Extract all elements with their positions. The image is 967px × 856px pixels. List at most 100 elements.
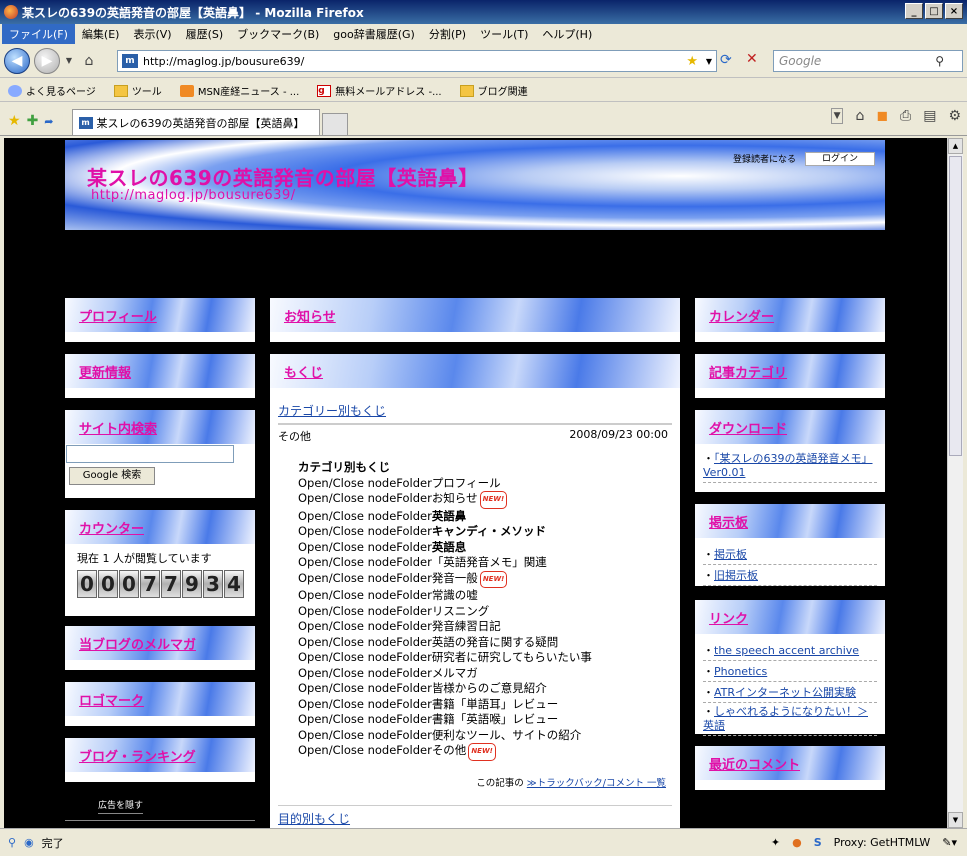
addon-icon[interactable]: ✦ [771,836,780,849]
minimize-button[interactable]: _ [905,3,923,19]
menu-history[interactable]: 履歴(S) [179,24,231,44]
category-toc-link[interactable]: カテゴリー別もくじ [278,404,386,418]
proxy-status[interactable]: Proxy: GetHTMLW [834,836,931,849]
list-item[interactable]: Open/Close nodeFolder書籍「英語喉」レビュー [298,712,672,728]
home-icon[interactable]: ⌂ [855,108,864,124]
folder-toggle[interactable]: Open/Close nodeFolder [298,509,432,523]
old-bbs-item-link[interactable]: 旧掲示板 [714,569,758,582]
list-item[interactable]: Open/Close nodeFolder発音練習日記 [298,619,672,635]
folder-toggle[interactable]: Open/Close nodeFolder [298,524,432,538]
purpose-toc-link[interactable]: 目的別もくじ [278,812,350,826]
list-item[interactable]: Open/Close nodeFolder発音一般 NEW! [298,570,672,588]
history-dropdown-icon[interactable]: ▼ [64,50,74,72]
list-item[interactable]: Open/Close nodeFolder英語息 [298,540,672,556]
category-name[interactable]: お知らせ [432,491,478,505]
vertical-scrollbar[interactable]: ▲ ▼ [947,138,963,828]
folder-toggle[interactable]: Open/Close nodeFolder [298,540,432,554]
category-name[interactable]: 英語鼻 [432,509,467,523]
folder-toggle[interactable]: Open/Close nodeFolder [298,619,432,633]
category-name[interactable]: 皆様からのご意見紹介 [432,681,547,695]
link-item[interactable]: the speech accent archive [714,644,859,657]
toc-link[interactable]: もくじ [284,362,323,381]
folder-toggle[interactable]: Open/Close nodeFolder [298,571,432,585]
link-item[interactable]: Phonetics [714,665,767,678]
link-item[interactable]: ATRインターネット公開実験 [714,686,856,699]
news-link[interactable]: お知らせ [284,306,336,325]
list-item[interactable]: Open/Close nodeFolder研究者に研究してもらいたい事 [298,650,672,666]
folder-toggle[interactable]: Open/Close nodeFolder [298,666,432,680]
list-item[interactable]: Open/Close nodeFolderその他 NEW! [298,743,672,761]
updates-link[interactable]: 更新情報 [79,362,131,381]
category-name[interactable]: 英語息 [432,540,467,554]
category-name[interactable]: 「英語発音メモ」関連 [432,555,547,569]
counter-link[interactable]: カウンター [79,518,144,537]
menu-split[interactable]: 分割(P) [422,24,473,44]
scroll-down-icon[interactable]: ▼ [948,812,963,828]
scroll-thumb[interactable] [949,156,962,456]
profile-link[interactable]: プロフィール [79,306,157,325]
links-link[interactable]: リンク [709,608,748,627]
folder-toggle[interactable]: Open/Close nodeFolder [298,743,432,757]
add-bookmark-icon[interactable]: ✚ [27,113,39,129]
category-name[interactable]: 発音一般 [432,571,478,585]
bookmark-star-icon[interactable]: ★ [686,54,698,69]
list-item[interactable]: Open/Close nodeFolderリスニング [298,604,672,620]
category-name[interactable]: リスニング [432,604,490,618]
skype-icon[interactable]: S [814,836,822,849]
new-tab-button[interactable] [321,113,348,135]
search-input[interactable]: Google ⚲ [773,50,963,72]
folder-toggle[interactable]: Open/Close nodeFolder [298,635,432,649]
menu-tools[interactable]: ツール(T) [473,24,535,44]
link-item[interactable]: しゃべれるようになりたい！＞英語 [703,705,868,732]
folder-toggle[interactable]: Open/Close nodeFolder [298,728,432,742]
proxy-dropdown-icon[interactable]: ✎▾ [942,836,957,849]
category-name[interactable]: その他 [432,743,467,757]
list-item[interactable]: Open/Close nodeFolder英語鼻 [298,509,672,525]
reload-icon[interactable]: ⟳ [720,52,732,68]
close-button[interactable]: × [945,3,963,19]
google-search-button[interactable]: Google 検索 [69,467,155,485]
scroll-up-icon[interactable]: ▲ [948,138,963,154]
bookmark-most-visited[interactable]: よく見るページ [8,83,96,98]
tab-list-icon[interactable]: ▼ [830,108,844,124]
category-name[interactable]: 書籍「英語喉」レビュー [432,712,559,726]
maximize-button[interactable]: □ [925,3,943,19]
url-dropdown-icon[interactable]: ▼ [706,57,712,66]
list-item[interactable]: Open/Close nodeFolder「英語発音メモ」関連 [298,555,672,571]
download-link[interactable]: ダウンロード [709,418,787,437]
list-item[interactable]: Open/Close nodeFolderお知らせ NEW! [298,491,672,509]
folder-toggle[interactable]: Open/Close nodeFolder [298,650,432,664]
folder-toggle[interactable]: Open/Close nodeFolder [298,588,432,602]
home-icon[interactable]: ⌂ [78,50,100,72]
back-button[interactable]: ◀ [4,47,30,74]
register-reader-link[interactable]: 登録読者になる [733,152,796,165]
logo-link[interactable]: ロゴマーク [79,690,144,709]
firefox-status-icon[interactable]: ● [792,836,802,849]
page-icon[interactable]: ▤ [923,108,936,124]
list-item[interactable]: Open/Close nodeFolder常識の嘘 [298,588,672,604]
folder-toggle[interactable]: Open/Close nodeFolder [298,555,432,569]
forward-button[interactable]: ▶ [34,47,60,74]
bbs-item-link[interactable]: 掲示板 [714,548,747,561]
folder-toggle[interactable]: Open/Close nodeFolder [298,712,432,726]
star-icon[interactable]: ★ [8,113,21,129]
tab-active[interactable]: m 某スレの639の英語発音の部屋【英語鼻】 [71,109,320,135]
folder-toggle[interactable]: Open/Close nodeFolder [298,476,432,490]
stop-icon[interactable]: ✕ [746,51,758,67]
gear-icon[interactable]: ⚙ [948,108,961,124]
trackback-link[interactable]: ≫トラックバック/コメント 一覧 [527,778,666,789]
menu-edit[interactable]: 編集(E) [75,24,127,44]
login-button[interactable]: ログイン [805,152,875,166]
list-item[interactable]: Open/Close nodeFolder便利なツール、サイトの紹介 [298,728,672,744]
arrow-icon[interactable]: ➦ [44,115,53,128]
list-item[interactable]: Open/Close nodeFolder英語の発音に関する疑問 [298,635,672,651]
recent-comments-link[interactable]: 最近のコメント [709,754,800,773]
rss-icon[interactable]: ◼ [876,108,888,124]
categories-link[interactable]: 記事カテゴリ [709,362,787,381]
category-name[interactable]: メルマガ [432,666,478,680]
site-search-input[interactable] [66,445,234,463]
category-name[interactable]: プロフィール [432,476,501,490]
url-bar[interactable]: m http://maglog.jp/bousure639/ ★ ▼ [117,50,717,72]
category-name[interactable]: 英語の発音に関する疑問 [432,635,559,649]
folder-toggle[interactable]: Open/Close nodeFolder [298,491,432,505]
